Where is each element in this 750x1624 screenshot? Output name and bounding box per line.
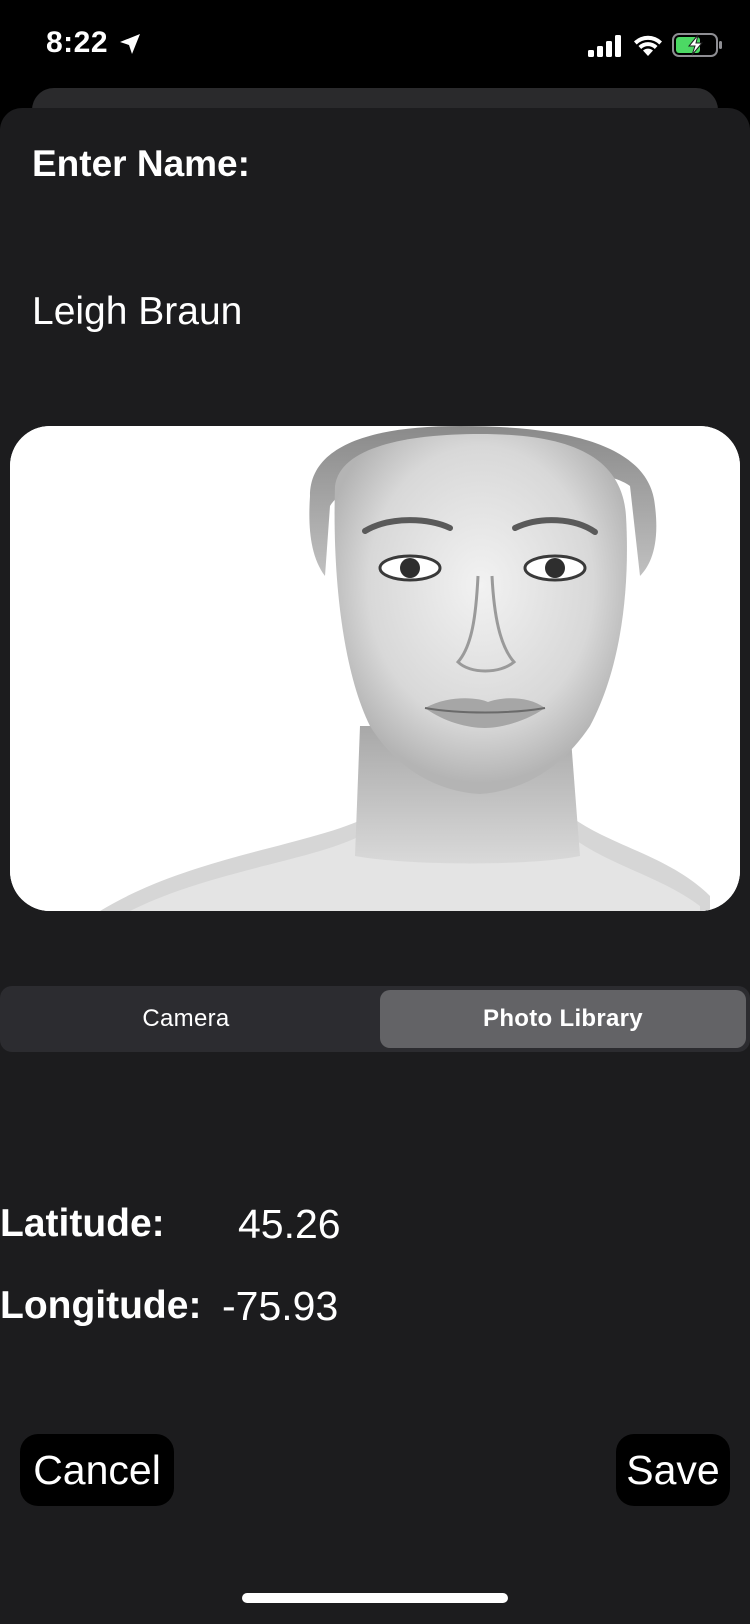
image-source-segmented-control: Camera Photo Library <box>0 986 750 1052</box>
enter-name-label: Enter Name: <box>32 143 250 184</box>
photo-library-segment[interactable]: Photo Library <box>380 990 746 1048</box>
status-bar: 8:22 <box>0 0 750 90</box>
screen: 8:22 Enter Name: Leigh Braun Camera Phot… <box>0 0 750 1624</box>
cellular-signal-icon <box>588 35 621 57</box>
location-arrow-icon <box>120 34 140 54</box>
longitude-label: Longitude: <box>0 1284 202 1327</box>
selected-photo <box>10 426 740 911</box>
home-indicator <box>242 1593 508 1603</box>
cancel-button[interactable]: Cancel <box>20 1434 174 1506</box>
name-input[interactable] <box>32 286 712 338</box>
latitude-label: Latitude: <box>0 1202 165 1245</box>
camera-segment[interactable]: Camera <box>4 990 368 1048</box>
latitude-value: 45.26 <box>238 1201 341 1247</box>
battery-charging-icon <box>672 33 722 57</box>
wifi-icon <box>634 35 662 56</box>
status-time: 8:22 <box>46 26 109 59</box>
portrait-image <box>10 426 740 911</box>
save-button[interactable]: Save <box>616 1434 730 1506</box>
longitude-value: -75.93 <box>222 1283 339 1329</box>
